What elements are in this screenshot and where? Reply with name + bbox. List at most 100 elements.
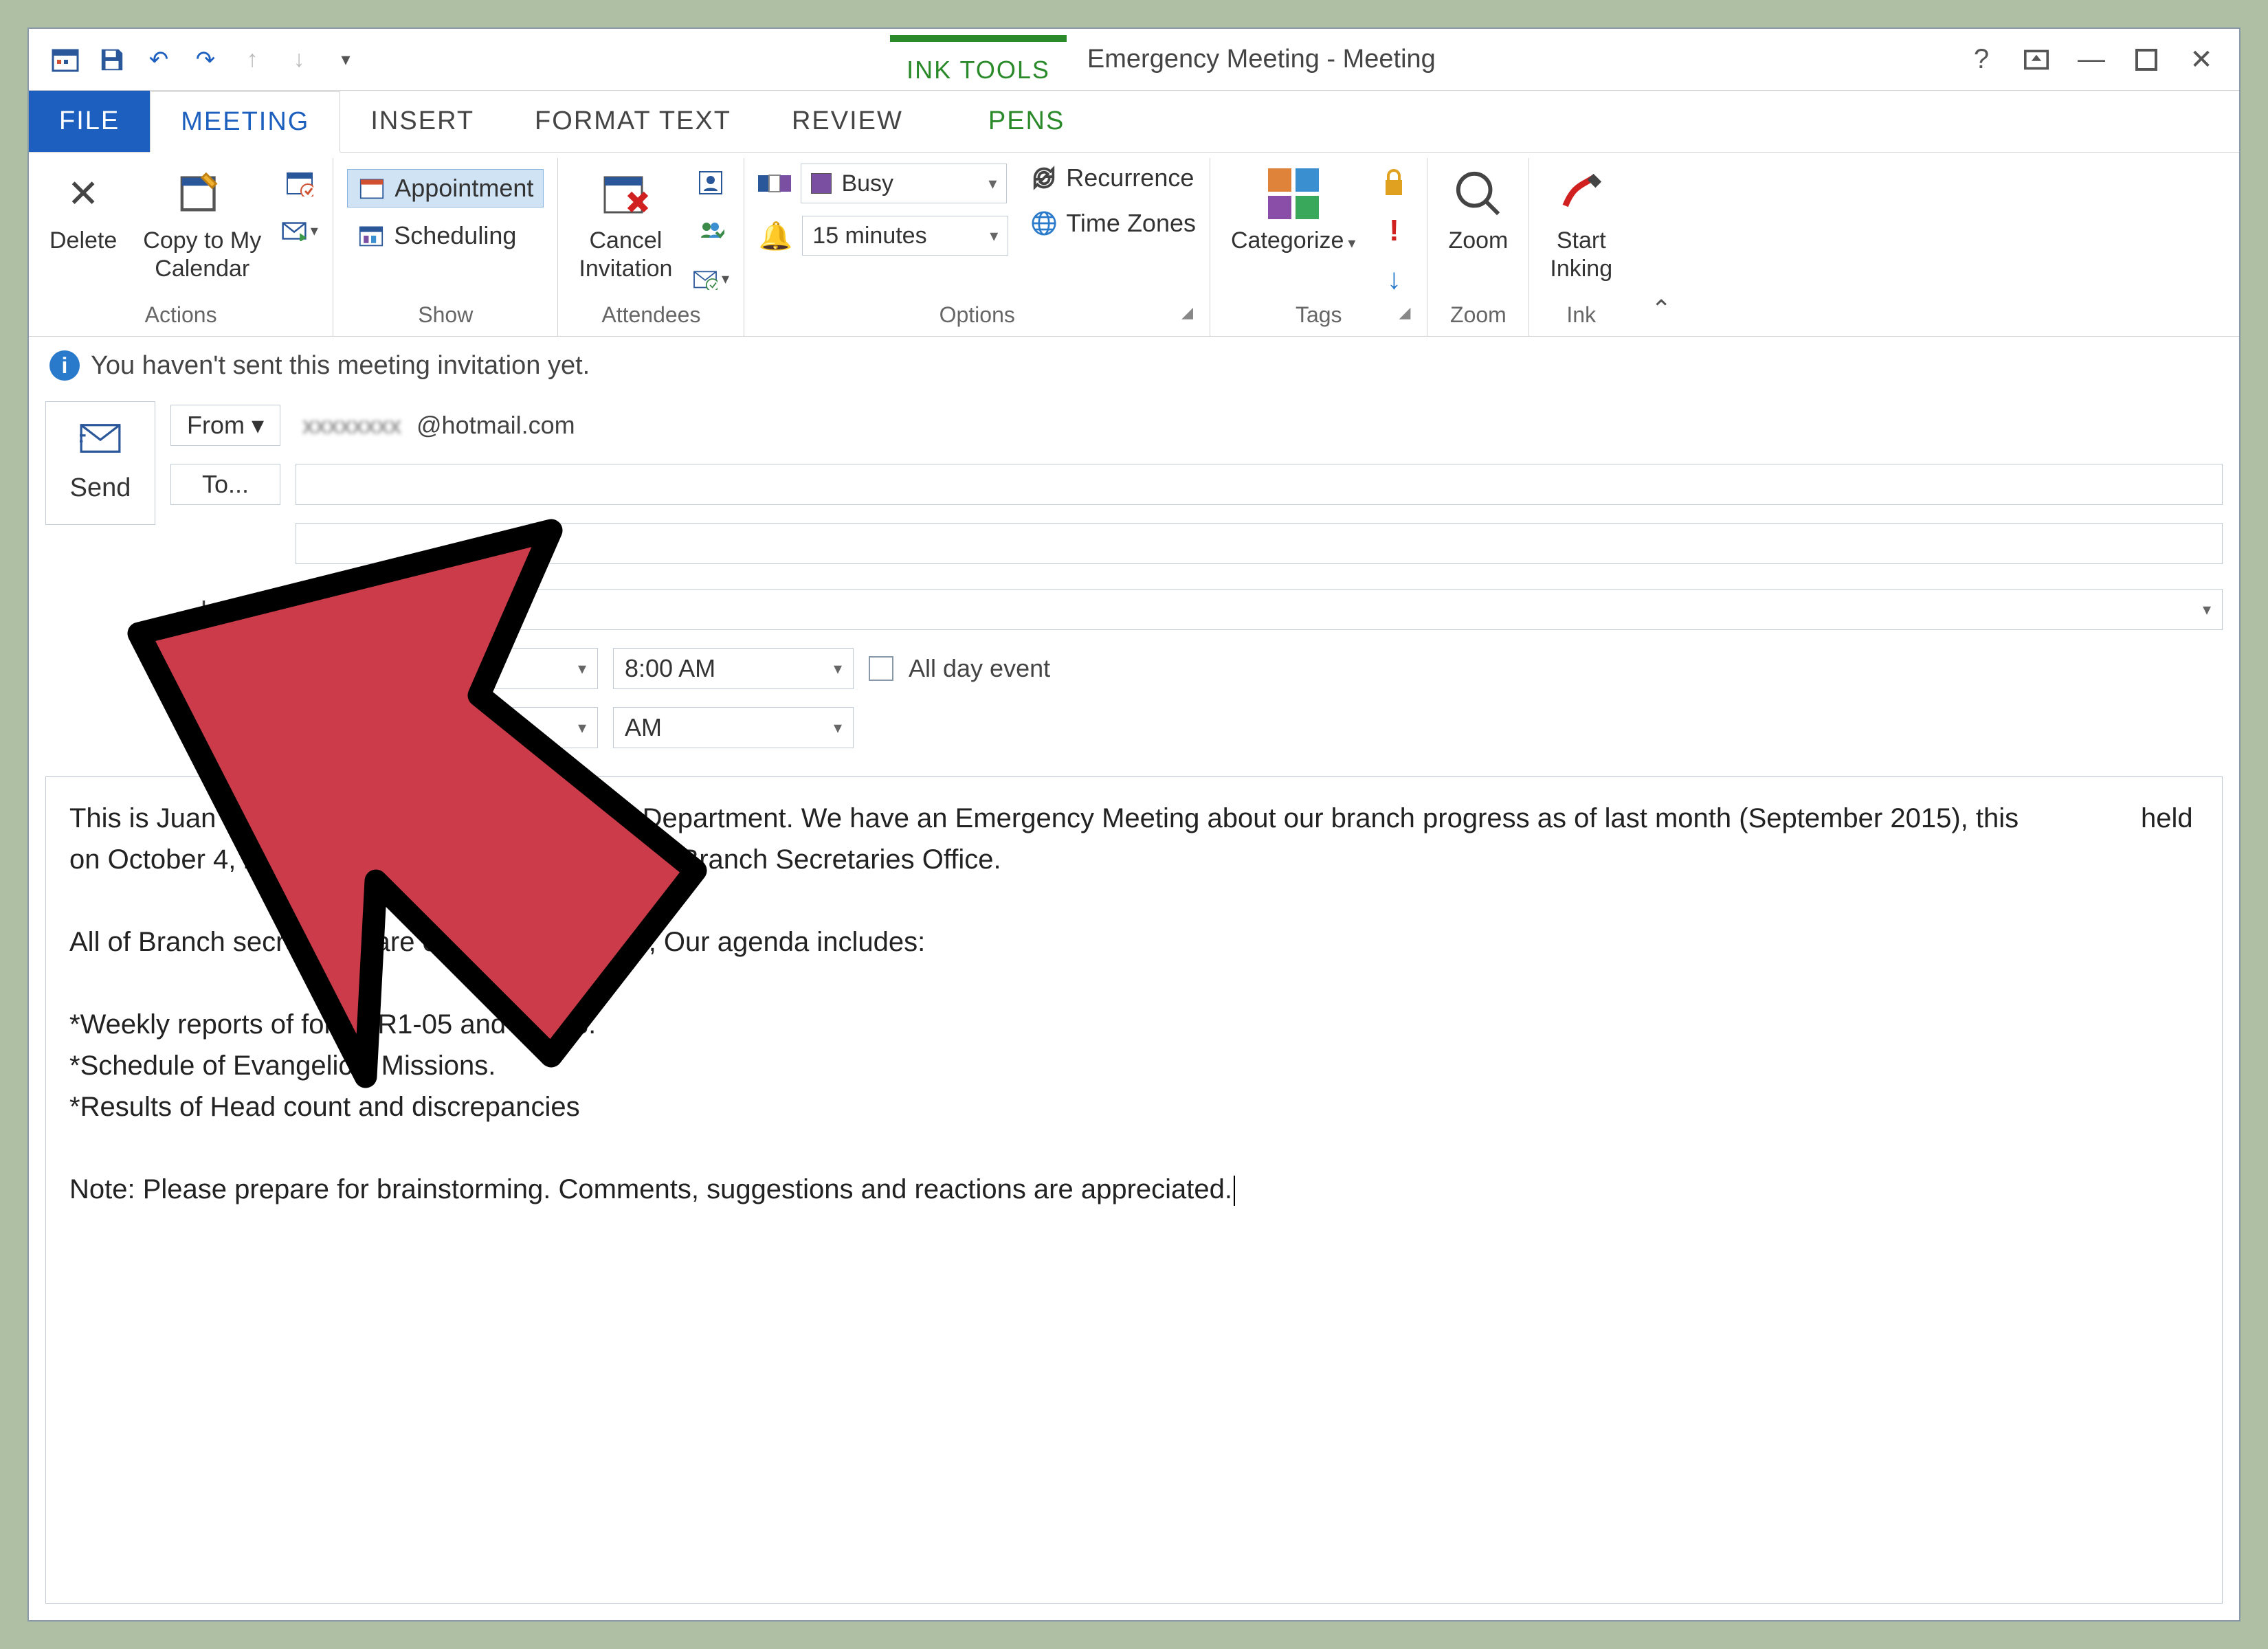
time-zones-button[interactable]: Time Zones (1030, 209, 1196, 238)
tab-insert[interactable]: INSERT (340, 91, 504, 152)
from-button[interactable]: From ▾ (170, 405, 280, 446)
ribbon-tabs: FILE MEETING INSERT FORMAT TEXT REVIEW P… (29, 91, 2239, 153)
window-controls: ? — ✕ (1964, 43, 2239, 77)
tab-meeting[interactable]: MEETING (150, 91, 340, 153)
tab-file[interactable]: FILE (29, 91, 150, 152)
ink-tools-contextual-tab: INK TOOLS (890, 35, 1067, 85)
send-icon (80, 423, 121, 461)
categorize-label: Categorize (1231, 227, 1355, 255)
zoom-button[interactable]: Zoom (1441, 164, 1515, 258)
calendar-icon[interactable] (49, 44, 81, 76)
group-show: Appointment Scheduling Show (333, 158, 558, 336)
start-inking-button[interactable]: Start Inking (1543, 164, 1619, 286)
app-window: ↶ ↷ ↑ ↓ ▾ INK TOOLS Emergency Meeting - … (27, 27, 2241, 1622)
help-icon[interactable]: ? (1964, 43, 1999, 77)
location-combo[interactable]: ▾ (309, 589, 2223, 630)
globe-icon (1030, 210, 1058, 237)
start-inking-label: Start Inking (1550, 227, 1612, 283)
ribbon-display-options-icon[interactable] (2019, 43, 2054, 77)
private-mini-button[interactable] (1375, 164, 1413, 202)
reminder-combo[interactable]: 15 minutes ▾ (802, 216, 1008, 256)
info-icon: i (49, 350, 80, 381)
forward-mini-button[interactable] (280, 212, 319, 250)
window-title: Emergency Meeting - Meeting (1087, 45, 1436, 74)
prev-item-icon: ↑ (236, 44, 268, 76)
show-as-icon (758, 170, 791, 197)
start-date-combo[interactable]: ▾ (309, 648, 598, 689)
close-icon[interactable]: ✕ (2184, 43, 2219, 77)
reminder-icon: 🔔 (758, 220, 792, 252)
low-importance-mini-button[interactable]: ↓ (1375, 260, 1413, 298)
info-text: You haven't sent this meeting invitation… (91, 351, 590, 381)
message-body-text: This is Juan D. Smith Local Se f KHM Dep… (69, 803, 2201, 1204)
to-button[interactable]: To... (170, 464, 280, 505)
end-date-combo[interactable]: ▾ (309, 707, 598, 748)
show-as-combo[interactable]: Busy ▾ (801, 164, 1007, 203)
group-show-label: Show (347, 298, 544, 333)
start-time-combo[interactable]: 8:00 AM▾ (613, 648, 854, 689)
calendar-mini-button[interactable] (280, 164, 319, 202)
collapse-ribbon-icon[interactable]: ⌃ (1633, 282, 1689, 336)
save-icon[interactable] (96, 44, 128, 76)
recurrence-button[interactable]: Recurrence (1030, 164, 1196, 192)
end-time-label: End time (170, 713, 294, 742)
group-options-label[interactable]: Options (758, 298, 1196, 333)
group-attendees-label: Attendees (572, 298, 730, 333)
subject-field[interactable] (296, 523, 2223, 564)
info-bar: i You haven't sent this meeting invitati… (29, 337, 2239, 394)
minimize-icon[interactable]: — (2074, 43, 2109, 77)
appointment-button[interactable]: Appointment (347, 169, 544, 207)
zoom-icon (1451, 166, 1506, 221)
calendar-copy-icon (175, 166, 230, 221)
scheduling-button[interactable]: Scheduling (347, 217, 526, 254)
group-ink-label: Ink (1543, 298, 1619, 333)
quick-access-toolbar: ↶ ↷ ↑ ↓ ▾ (29, 44, 362, 76)
cancel-invitation-icon (598, 166, 653, 221)
redo-icon[interactable]: ↷ (190, 44, 221, 76)
all-day-checkbox[interactable] (869, 656, 893, 681)
group-options: Busy ▾ 🔔 15 minutes ▾ (744, 158, 1210, 336)
tab-pens[interactable]: PENS (933, 91, 1120, 152)
maximize-icon[interactable] (2129, 43, 2164, 77)
copy-to-calendar-label: Copy to My Calendar (143, 227, 261, 283)
to-field[interactable] (296, 464, 2223, 505)
group-actions: ✕ Delete Copy to My Calendar (29, 158, 333, 336)
send-button[interactable]: Send (45, 401, 155, 525)
scheduling-label: Scheduling (394, 221, 516, 250)
group-tags-label[interactable]: Tags (1224, 298, 1413, 333)
high-importance-mini-button[interactable]: ! (1375, 212, 1413, 250)
from-account-domain: @hotmail.com (416, 411, 575, 440)
undo-icon[interactable]: ↶ (143, 44, 175, 76)
scheduling-icon (357, 221, 386, 250)
title-center: INK TOOLS Emergency Meeting - Meeting (362, 35, 1964, 85)
reminder-value: 15 minutes (812, 223, 926, 249)
cancel-invitation-label: Cancel Invitation (579, 227, 672, 283)
end-time-value: AM (625, 713, 662, 742)
copy-to-calendar-button[interactable]: Copy to My Calendar (136, 164, 268, 286)
end-time-combo[interactable]: AM▾ (613, 707, 854, 748)
next-item-icon[interactable]: ↓ (283, 44, 315, 76)
cancel-invitation-button[interactable]: Cancel Invitation (572, 164, 679, 286)
tab-review[interactable]: REVIEW (761, 91, 933, 152)
categorize-button[interactable]: Categorize (1224, 164, 1362, 258)
appointment-label: Appointment (394, 174, 533, 203)
delete-button[interactable]: ✕ Delete (43, 164, 124, 258)
check-names-mini-button[interactable] (691, 212, 730, 250)
response-options-mini-button[interactable] (691, 260, 730, 298)
recurrence-icon (1030, 164, 1058, 192)
delete-icon: ✕ (56, 166, 111, 221)
appointment-icon (357, 174, 386, 203)
start-time-value: 8:00 AM (625, 654, 715, 683)
send-label: Send (70, 473, 131, 503)
message-body[interactable]: This is Juan D. Smith Local Se f KHM Dep… (45, 776, 2223, 1604)
address-book-mini-button[interactable] (691, 164, 730, 202)
group-attendees: Cancel Invitation Attendees (558, 158, 744, 336)
time-zones-label: Time Zones (1066, 209, 1196, 238)
tab-format-text[interactable]: FORMAT TEXT (504, 91, 761, 152)
title-bar: ↶ ↷ ↑ ↓ ▾ INK TOOLS Emergency Meeting - … (29, 29, 2239, 91)
from-account-blurred: xxxxxxxx (296, 411, 401, 440)
all-day-label: All day event (909, 654, 1050, 683)
show-as-value: Busy (841, 170, 893, 197)
qat-customize-icon[interactable]: ▾ (330, 44, 362, 76)
ink-pen-icon (1554, 166, 1609, 221)
